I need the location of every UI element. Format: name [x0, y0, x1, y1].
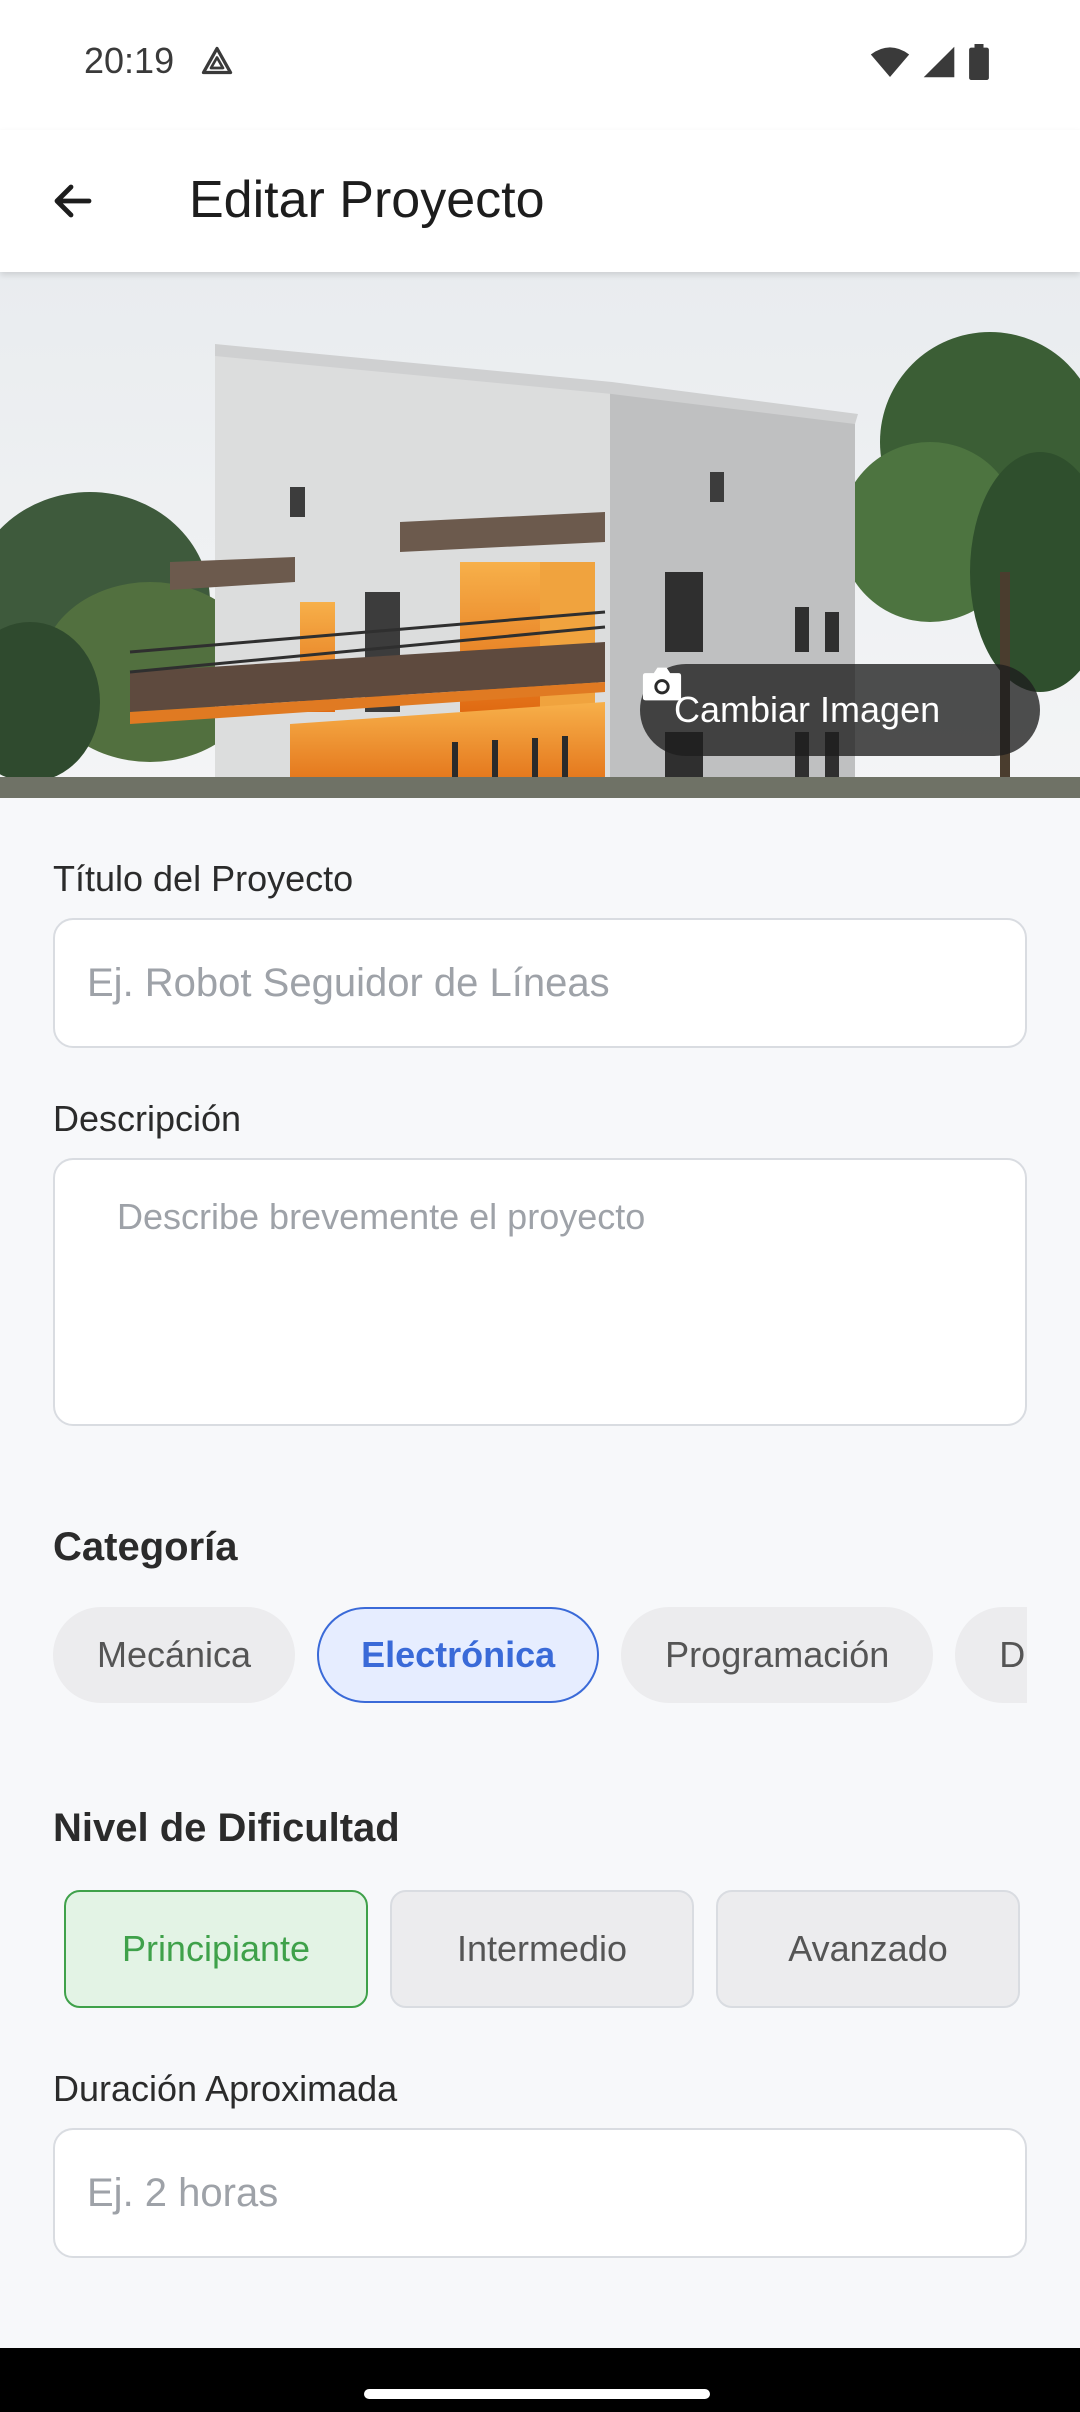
- project-image: Cambiar Imagen: [0, 272, 1080, 798]
- description-label: Descripción: [53, 1098, 242, 1139]
- category-chip[interactable]: Programación: [621, 1607, 934, 1703]
- category-chip[interactable]: Mecánica: [53, 1607, 296, 1703]
- category-label: Categoría: [53, 1525, 238, 1569]
- category-chip[interactable]: Electrónica: [317, 1607, 600, 1703]
- duration-label: Duración Aproximada: [53, 2068, 398, 2109]
- title-label: Título del Proyecto: [53, 858, 354, 899]
- change-image-label: Cambiar Imagen: [674, 689, 941, 730]
- difficulty-option[interactable]: Principiante: [64, 1890, 368, 2008]
- page-title: Editar Proyecto: [189, 171, 545, 229]
- difficulty-options: Principiante Intermedio Avanzado: [64, 1890, 1020, 2008]
- app-bar: Editar Proyecto: [0, 130, 1080, 272]
- drive-icon: [201, 46, 233, 75]
- wifi-icon: [870, 47, 910, 77]
- category-chips: MecánicaElectrónicaProgramación Dis: [53, 1607, 1027, 1707]
- project-title-input[interactable]: [53, 918, 1027, 1048]
- signal-icon: [923, 46, 955, 78]
- status-icons: [870, 44, 990, 80]
- project-description-input[interactable]: [53, 1158, 1027, 1426]
- camera-icon: [642, 667, 682, 701]
- home-gesture-handle[interactable]: [364, 2389, 710, 2399]
- category-chip[interactable]: Dis: [955, 1607, 1027, 1703]
- difficulty-label: Nivel de Dificultad: [53, 1806, 400, 1850]
- duration-input[interactable]: [53, 2128, 1027, 2258]
- back-button[interactable]: [38, 166, 108, 236]
- change-image-button[interactable]: Cambiar Imagen: [640, 664, 1040, 756]
- arrow-left-icon: [54, 184, 92, 218]
- difficulty-option[interactable]: Avanzado: [716, 1890, 1020, 2008]
- difficulty-option[interactable]: Intermedio: [390, 1890, 694, 2008]
- status-time: 20:19: [84, 40, 175, 81]
- status-bar: 20:19: [0, 0, 1080, 130]
- battery-icon: [969, 44, 989, 80]
- system-nav-bar: [0, 2348, 1080, 2412]
